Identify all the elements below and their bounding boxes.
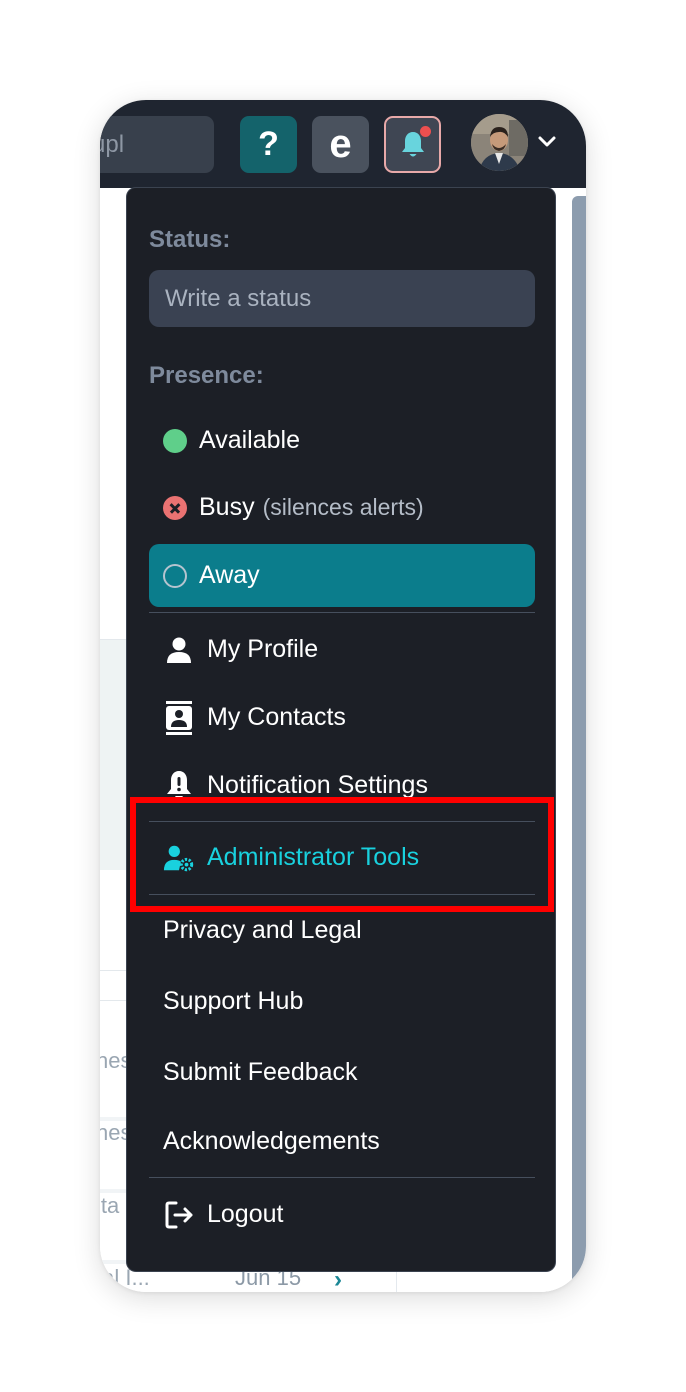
notification-badge [420,126,431,137]
menu-item-logout[interactable]: Logout [149,1183,535,1246]
chevron-down-icon[interactable] [536,130,558,152]
menu-item-acknowledgements[interactable]: Acknowledgements [163,1127,380,1156]
avatar-photo [471,114,528,171]
available-status-icon [163,428,187,453]
bg-row-text: ita [100,1193,120,1218]
top-bar: upl ? e [100,100,586,188]
menu-divider [149,612,535,613]
menu-item-my-profile[interactable]: My Profile [149,618,535,681]
status-label: Status: [149,226,231,253]
presence-label-available: Available [199,426,301,454]
scrollbar[interactable] [572,196,586,1292]
help-button[interactable]: ? [240,116,297,173]
menu-item-label: Logout [207,1200,284,1228]
menu-item-submit-feedback[interactable]: Submit Feedback [163,1058,358,1087]
menu-item-support-hub[interactable]: Support Hub [163,987,303,1016]
menu-item-my-contacts[interactable]: My Contacts [149,686,535,749]
menu-item-label: Administrator Tools [207,843,420,871]
status-input[interactable]: Write a status [149,270,535,327]
menu-item-label: My Profile [207,635,319,663]
user-icon [167,637,191,663]
presence-available[interactable]: Available [149,409,535,472]
menu-item-label: Notification Settings [207,771,428,799]
menu-divider [149,1177,535,1178]
presence-label-busy: Busy [199,493,255,521]
search-input[interactable]: upl [100,116,214,173]
contacts-book-icon [166,700,192,735]
away-status-icon [163,563,187,588]
e-button[interactable]: e [312,116,369,173]
menu-divider [149,821,535,822]
menu-divider [149,894,535,895]
presence-label-away: Away [199,561,260,589]
avatar[interactable] [471,114,528,171]
presence-label: Presence: [149,362,264,389]
menu-item-administrator-tools[interactable]: Administrator Tools [149,826,535,889]
menu-item-privacy-and-legal[interactable]: Privacy and Legal [163,916,362,945]
user-gear-icon [163,845,194,871]
presence-busy[interactable]: Busy (silences alerts) [149,476,535,539]
menu-item-notification-settings[interactable]: Notification Settings [149,754,535,817]
busy-status-icon [163,495,187,520]
logout-icon [165,1201,193,1228]
bell-exclamation-icon [167,770,191,799]
notifications-button[interactable] [384,116,441,173]
user-dropdown-menu: Status: Write a status Presence: Availab… [126,187,556,1272]
presence-away[interactable]: Away [149,544,535,607]
presence-busy-note: (silences alerts) [262,494,424,520]
menu-item-label: My Contacts [207,703,346,731]
